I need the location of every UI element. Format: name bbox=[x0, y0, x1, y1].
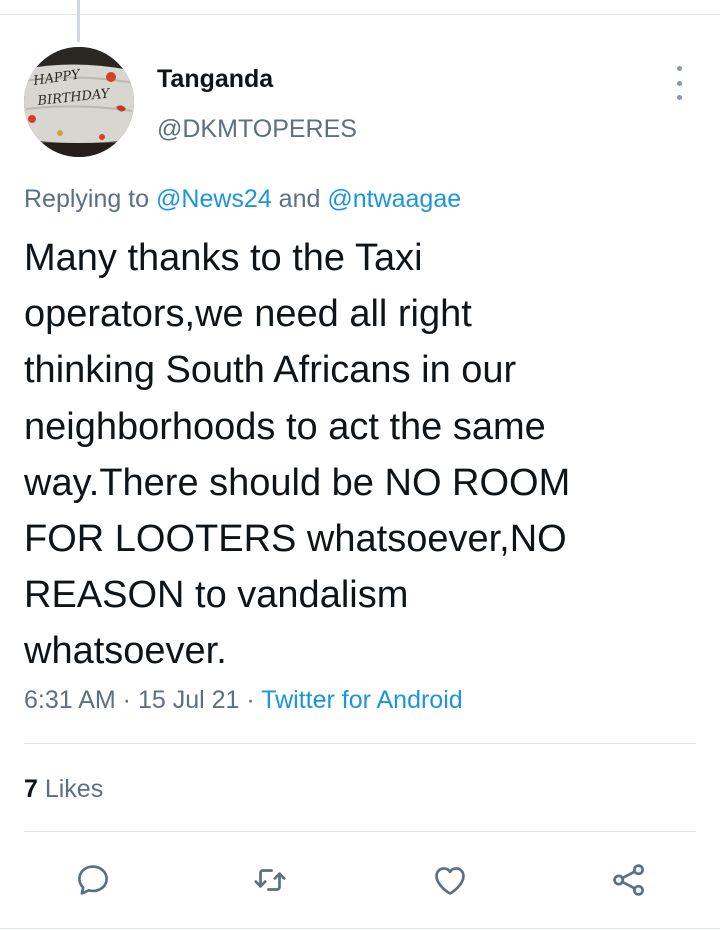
tweet-text-line: way.There should be NO ROOM bbox=[24, 461, 571, 504]
tweet-text-line: Many thanks to the Taxi bbox=[24, 237, 423, 279]
replying-to-conjunction: and bbox=[271, 185, 328, 213]
avatar[interactable]: HAPPY BIRTHDAY bbox=[24, 47, 134, 157]
divider bbox=[24, 743, 696, 744]
more-options-button[interactable] bbox=[668, 66, 690, 100]
meta-separator: · bbox=[239, 686, 262, 714]
retweet-icon bbox=[254, 869, 286, 891]
top-divider bbox=[0, 14, 720, 15]
avatar-image: HAPPY BIRTHDAY bbox=[24, 47, 134, 157]
heart-icon bbox=[435, 867, 465, 895]
more-dot-icon bbox=[676, 80, 682, 86]
user-handle[interactable]: @DKMTOPERES bbox=[157, 114, 357, 144]
tweet-date[interactable]: 15 Jul 21 bbox=[138, 686, 239, 714]
meta-separator: · bbox=[115, 686, 138, 714]
mention-link[interactable]: @ntwaagae bbox=[327, 185, 461, 213]
likes-count: 7 bbox=[24, 775, 38, 803]
reply-icon bbox=[78, 865, 108, 895]
tweet-time[interactable]: 6:31 AM bbox=[24, 686, 116, 714]
display-name[interactable]: Tanganda bbox=[157, 64, 357, 94]
tweet-text-line: operators,we need all right bbox=[24, 293, 472, 336]
tweet-text-line: whatsoever. bbox=[24, 630, 227, 673]
tweet-metadata: 6:31 AM · 15 Jul 21 · Twitter for Androi… bbox=[24, 684, 463, 716]
thread-connector-line bbox=[77, 0, 80, 42]
tweet-source-link[interactable]: Twitter for Android bbox=[261, 686, 462, 714]
likes-count-link[interactable]: 7 Likes bbox=[24, 773, 103, 805]
tweet-text: Many thanks to the Taxi operators,we nee… bbox=[24, 230, 694, 680]
share-button[interactable] bbox=[607, 858, 651, 902]
tweet-text-line: FOR LOOTERS whatsoever,NO bbox=[24, 518, 567, 561]
author-names: Tanganda @DKMTOPERES bbox=[157, 64, 357, 144]
divider bbox=[24, 831, 696, 832]
mention-link[interactable]: @News24 bbox=[156, 185, 272, 213]
likes-label: Likes bbox=[37, 775, 104, 803]
more-dot-icon bbox=[676, 95, 682, 100]
tweet-text-line: thinking South Africans in our bbox=[24, 349, 517, 392]
like-button[interactable] bbox=[428, 858, 472, 902]
reply-button[interactable] bbox=[71, 858, 115, 902]
replying-to-prefix: Replying to bbox=[24, 185, 157, 213]
share-icon bbox=[613, 864, 644, 896]
more-dot-icon bbox=[676, 66, 682, 71]
retweet-button[interactable] bbox=[248, 858, 292, 902]
tweet-text-line: REASON to vandalism bbox=[24, 574, 409, 617]
tweet-text-line: neighborhoods to act the same bbox=[24, 405, 546, 448]
replying-to: Replying to @News24 and @ntwaagae bbox=[24, 183, 461, 215]
tweet-detail-page: HAPPY BIRTHDAY Tanganda @DKMTOPERES Repl… bbox=[0, 0, 720, 930]
bottom-divider bbox=[0, 928, 720, 929]
